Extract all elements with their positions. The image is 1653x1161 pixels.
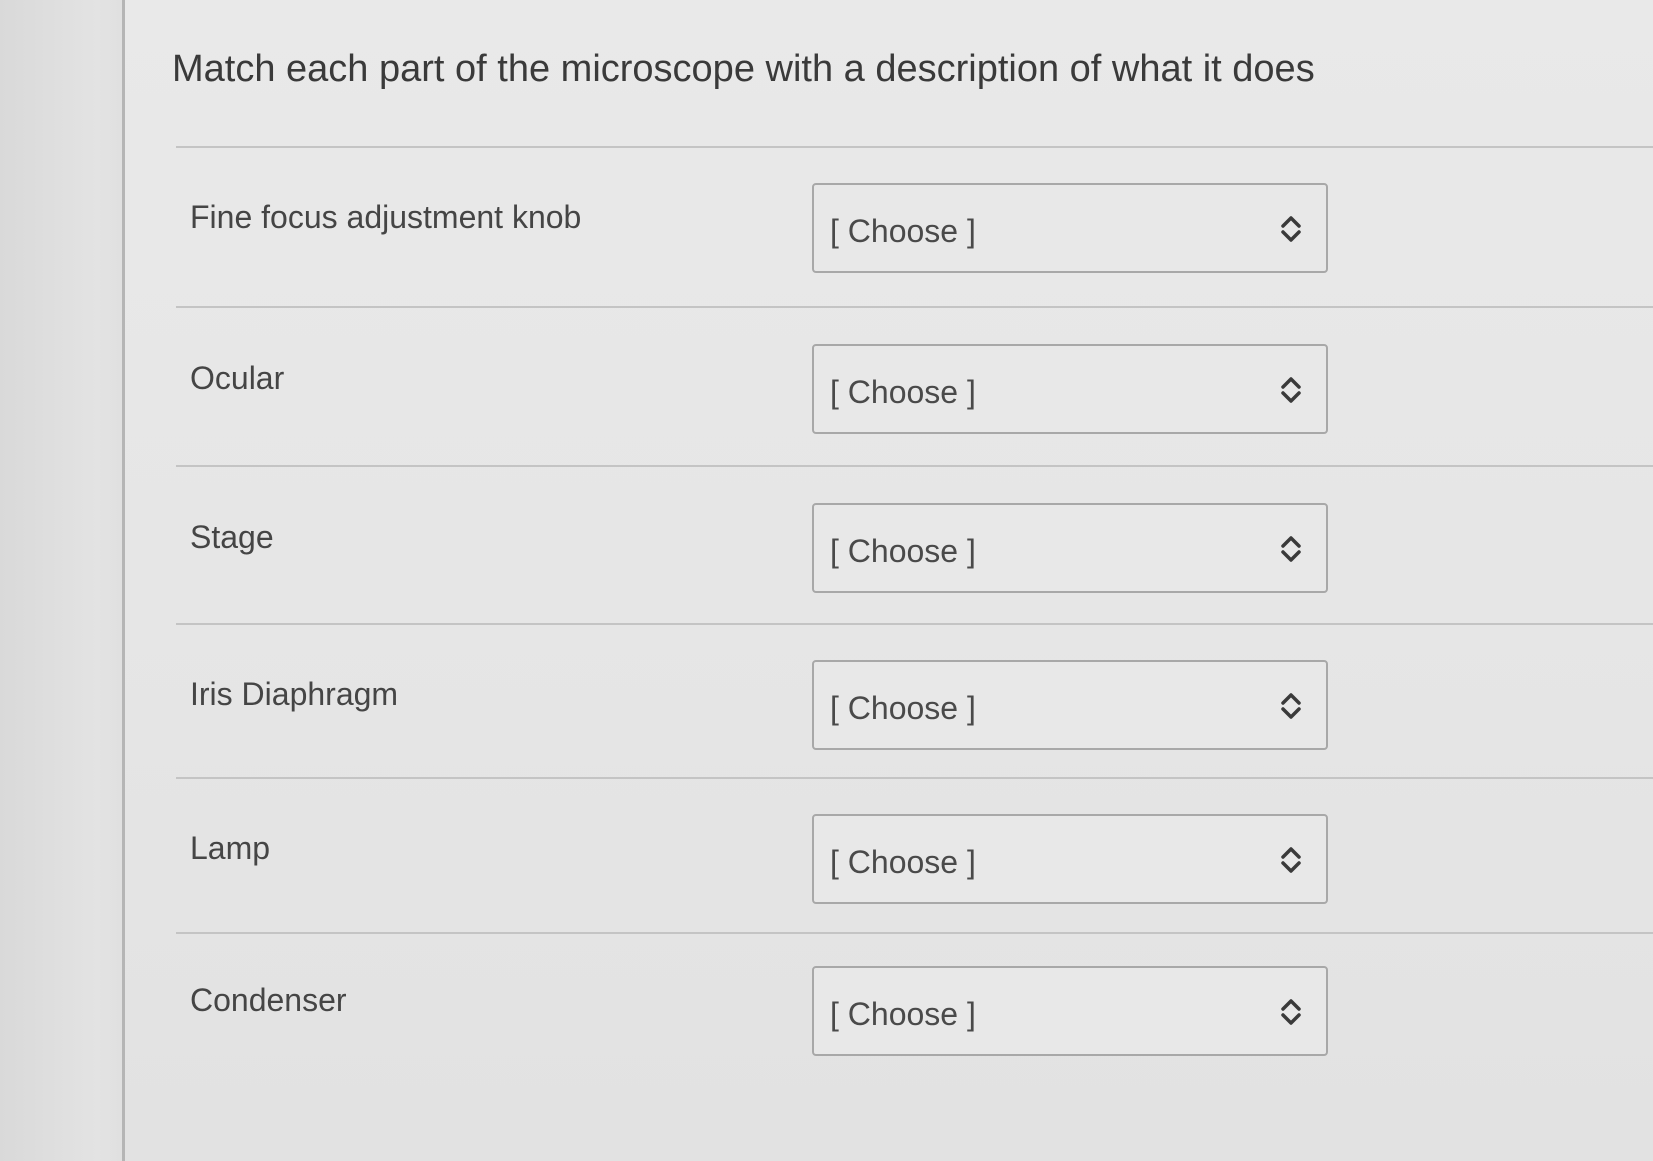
answer-select[interactable]: [ Choose ] [812, 814, 1328, 904]
left-gutter [0, 0, 122, 1161]
select-value: [ Choose ] [830, 374, 976, 410]
row-label: Lamp [190, 830, 271, 866]
divider [176, 932, 1653, 934]
answer-select[interactable]: [ Choose ] [812, 183, 1328, 273]
match-row-iris-diaphragm: Iris Diaphragm [ Choose ] [172, 652, 1332, 752]
match-row-lamp: Lamp [ Choose ] [172, 806, 1332, 906]
row-label: Stage [190, 519, 274, 555]
match-row-ocular: Ocular [ Choose ] [172, 336, 1332, 436]
chevron-up-down-icon [1281, 999, 1301, 1025]
row-label: Ocular [190, 360, 285, 396]
divider [176, 777, 1653, 779]
select-value: [ Choose ] [830, 213, 976, 249]
answer-select[interactable]: [ Choose ] [812, 344, 1328, 434]
chevron-up-down-icon [1281, 693, 1301, 719]
chevron-up-down-icon [1281, 377, 1301, 403]
select-value: [ Choose ] [830, 996, 976, 1032]
answer-select[interactable]: [ Choose ] [812, 966, 1328, 1056]
divider [176, 465, 1653, 467]
chevron-up-down-icon [1281, 536, 1301, 562]
select-value: [ Choose ] [830, 533, 976, 569]
question-title: Match each part of the microscope with a… [172, 48, 1315, 90]
select-value: [ Choose ] [830, 844, 976, 880]
row-label: Iris Diaphragm [190, 676, 399, 712]
divider [176, 623, 1653, 625]
divider [176, 146, 1653, 148]
row-label: Fine focus adjustment knob [190, 199, 582, 235]
match-row-condenser: Condenser [ Choose ] [172, 958, 1332, 1058]
divider [176, 306, 1653, 308]
answer-select[interactable]: [ Choose ] [812, 503, 1328, 593]
row-label: Condenser [190, 982, 347, 1018]
select-value: [ Choose ] [830, 690, 976, 726]
match-row-stage: Stage [ Choose ] [172, 495, 1332, 595]
chevron-up-down-icon [1281, 216, 1301, 242]
answer-select[interactable]: [ Choose ] [812, 660, 1328, 750]
chevron-up-down-icon [1281, 847, 1301, 873]
match-row-fine-focus: Fine focus adjustment knob [ Choose ] [172, 175, 1332, 275]
